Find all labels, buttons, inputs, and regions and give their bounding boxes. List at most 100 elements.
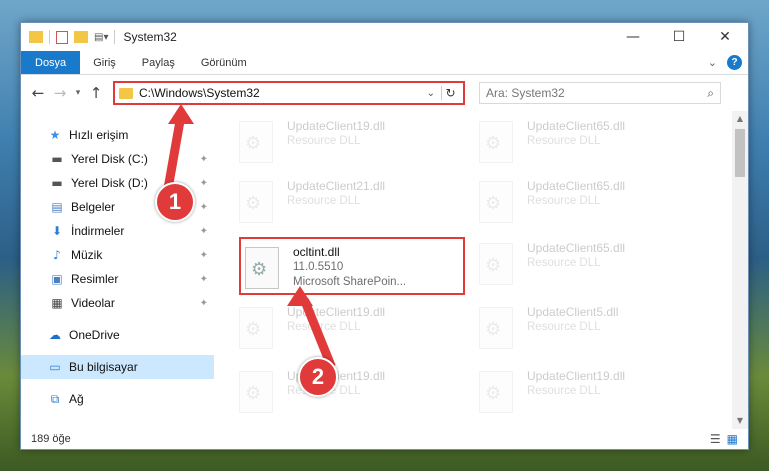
nav-item-videos[interactable]: ▦ Videolar ✦: [21, 291, 214, 315]
scrollbar-thumb[interactable]: [735, 129, 745, 177]
file-item[interactable]: ⚙ UpdateClient19.dllResource DLL: [479, 365, 699, 421]
scroll-up-icon[interactable]: ▲: [732, 111, 748, 127]
pin-icon[interactable]: ✦: [200, 226, 208, 237]
dll-file-icon: ⚙: [479, 243, 513, 285]
nav-item-label: Resimler: [71, 272, 119, 286]
nav-item-label: OneDrive: [69, 328, 120, 342]
search-icon[interactable]: ⌕: [707, 86, 714, 101]
refresh-button[interactable]: ↻: [441, 86, 459, 100]
drive-icon: ▬: [51, 152, 63, 166]
quick-access-toolbar: ▤▾: [29, 30, 116, 44]
file-name: UpdateClient19.dll: [527, 369, 626, 383]
nav-item-label: Yerel Disk (C:): [71, 152, 148, 166]
annotation-step-1: 1: [155, 182, 195, 222]
nav-item-onedrive[interactable]: ☁ OneDrive: [21, 323, 214, 347]
dll-file-icon: ⚙: [479, 181, 513, 223]
video-icon: ▦: [51, 296, 63, 310]
nav-item-label: Hızlı erişim: [69, 128, 129, 142]
recent-locations-button[interactable]: ▾: [71, 88, 85, 98]
pin-icon[interactable]: ✦: [200, 250, 208, 261]
file-version: 11.0.5510: [293, 261, 344, 273]
folder-icon[interactable]: [29, 31, 43, 43]
nav-item-music[interactable]: ♪ Müzik ✦: [21, 243, 214, 267]
search-placeholder: Ara: System32: [486, 86, 565, 100]
annotation-arrowhead-1: [168, 104, 194, 124]
ribbon-expand-icon[interactable]: ⌄: [708, 56, 717, 69]
nav-item-quick-access[interactable]: ★ Hızlı erişim: [21, 123, 214, 147]
file-item[interactable]: ⚙ UpdateClient65.dll Resource DLL: [479, 237, 699, 293]
scroll-down-icon[interactable]: ▼: [732, 413, 748, 429]
forward-button[interactable]: →: [49, 84, 71, 102]
tab-home[interactable]: Giriş: [80, 51, 129, 74]
explorer-window: ▤▾ System32 — ☐ ✕ Dosya Giriş Paylaş Gör…: [20, 22, 749, 450]
up-button[interactable]: ↑: [85, 84, 107, 102]
file-item-selected[interactable]: ⚙ ocltint.dll 11.0.5510 Microsoft SharePoi…: [239, 237, 465, 295]
dll-file-icon: ⚙: [239, 307, 273, 349]
folder-icon: [119, 87, 133, 99]
nav-item-this-pc[interactable]: ▭ Bu bilgisayar: [21, 355, 214, 379]
dll-file-icon: ⚙: [239, 371, 273, 413]
nav-item-downloads[interactable]: ⬇ İndirmeler ✦: [21, 219, 214, 243]
file-name: ocltint.dll: [293, 245, 340, 259]
file-description: Resource DLL: [527, 135, 601, 147]
dll-file-icon: ⚙: [245, 247, 279, 289]
customize-toolbar-icon[interactable]: ▤▾: [94, 32, 108, 43]
title-bar: ▤▾ System32 — ☐ ✕: [21, 23, 748, 51]
file-name: UpdateClient5.dll: [527, 305, 619, 319]
tab-view[interactable]: Görünüm: [188, 51, 260, 74]
file-description: Resource DLL: [527, 195, 601, 207]
minimize-button[interactable]: —: [610, 23, 656, 51]
details-view-icon[interactable]: ☰: [710, 432, 721, 446]
dll-file-icon: ⚙: [239, 181, 273, 223]
tab-share[interactable]: Paylaş: [129, 51, 188, 74]
address-bar[interactable]: C:\Windows\System32 ⌄ ↻: [113, 81, 465, 105]
pin-icon[interactable]: ✦: [200, 178, 208, 189]
pin-icon[interactable]: ✦: [200, 298, 208, 309]
file-name: UpdateClient21.dll: [287, 179, 386, 193]
back-button[interactable]: ←: [27, 84, 49, 102]
vertical-scrollbar[interactable]: ▲ ▼: [732, 111, 748, 429]
nav-item-drive-c[interactable]: ▬ Yerel Disk (C:) ✦: [21, 147, 214, 171]
drive-icon: ▬: [51, 176, 63, 190]
item-count: 189 öğe: [31, 433, 71, 445]
file-item[interactable]: ⚙ UpdateClient65.dll Resource DLL: [479, 175, 699, 231]
status-bar: 189 öğe ☰ ▦: [21, 429, 748, 449]
nav-item-network[interactable]: ⧉ Ağ: [21, 387, 214, 411]
file-item[interactable]: ⚙ UpdateClient65.dll Resource DLL: [479, 115, 699, 171]
pin-icon[interactable]: ✦: [200, 274, 208, 285]
nav-item-label: Videolar: [71, 296, 115, 310]
address-dropdown-icon[interactable]: ⌄: [427, 88, 435, 99]
search-input[interactable]: Ara: System32 ⌕: [479, 82, 721, 104]
network-icon: ⧉: [50, 391, 60, 406]
dll-file-icon: ⚙: [239, 121, 273, 163]
divider: [49, 30, 50, 44]
properties-icon[interactable]: [56, 30, 68, 44]
pictures-icon: ▣: [51, 272, 63, 286]
file-item[interactable]: ⚙ UpdateClient19.dllResource DLL: [239, 301, 459, 357]
file-name: UpdateClient65.dll: [527, 119, 626, 133]
close-button[interactable]: ✕: [702, 23, 748, 51]
maximize-button[interactable]: ☐: [656, 23, 702, 51]
file-item[interactable]: ⚙ UpdateClient5.dll Resource DLL: [479, 301, 699, 357]
file-item[interactable]: ⚙ UpdateClient21.dll Resource DLL: [239, 175, 459, 231]
help-icon[interactable]: ?: [727, 55, 742, 70]
dll-file-icon: ⚙: [479, 121, 513, 163]
navigation-pane: ★ Hızlı erişim ▬ Yerel Disk (C:) ✦ ▬ Yer…: [21, 111, 215, 429]
new-folder-icon[interactable]: [74, 31, 88, 43]
ribbon-tabs: Dosya Giriş Paylaş Görünüm ⌄ ?: [21, 51, 748, 75]
tab-file[interactable]: Dosya: [21, 51, 81, 74]
divider: [114, 30, 116, 44]
file-item[interactable]: ⚙ UpdateClient19.dllResource DLL: [239, 365, 459, 421]
tiles-view-icon[interactable]: ▦: [727, 432, 738, 446]
file-description: Resource DLL: [287, 195, 361, 207]
nav-item-pictures[interactable]: ▣ Resimler ✦: [21, 267, 214, 291]
nav-item-label: Bu bilgisayar: [69, 360, 138, 374]
file-item[interactable]: ⚙ UpdateClient19.dllResource DLL: [239, 115, 459, 171]
pin-icon[interactable]: ✦: [200, 154, 208, 165]
address-path[interactable]: C:\Windows\System32: [139, 86, 427, 100]
nav-item-label: Yerel Disk (D:): [71, 176, 148, 190]
file-list: ⚙ UpdateClient19.dll Resource DLL ⚙ Updat…: [215, 111, 748, 429]
file-description: Resource DLL: [527, 321, 601, 333]
nav-item-label: Ağ: [69, 392, 84, 406]
pin-icon[interactable]: ✦: [200, 202, 208, 213]
